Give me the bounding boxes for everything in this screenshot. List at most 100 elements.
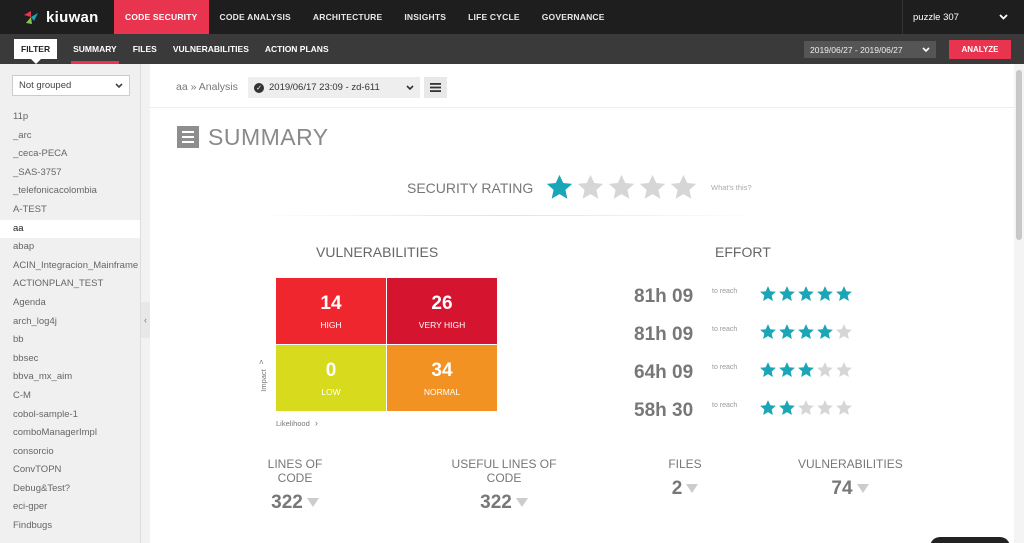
date-range-select[interactable]: 2019/06/27 - 2019/06/27 <box>804 41 936 58</box>
chevron-down-icon <box>115 83 123 88</box>
sidebar-project-item[interactable]: A-TEST <box>0 201 140 220</box>
sidebar-collapse-button[interactable]: ‹ <box>141 302 150 338</box>
filter-button[interactable]: FILTER <box>14 39 58 64</box>
effort-to-reach-label: to reach <box>712 288 738 295</box>
sidebar-project-item[interactable]: C-M <box>0 387 140 406</box>
sidebar-project-item[interactable]: aa <box>0 219 140 239</box>
security-rating-stars <box>545 173 698 202</box>
effort-time: 81h 09 <box>634 286 694 307</box>
vuln-low-count: 0 <box>325 359 337 381</box>
tab-summary[interactable]: SUMMARY <box>65 34 125 64</box>
metric-label: VULNERABILITIES <box>798 457 903 471</box>
tab-action-plans[interactable]: ACTION PLANS <box>257 34 337 64</box>
analysis-menu-button[interactable] <box>424 77 447 98</box>
sidebar-project-item[interactable]: bb <box>0 331 140 350</box>
vuln-very-high-count: 26 <box>431 292 453 314</box>
sidebar-project-item[interactable]: bbva_mx_aim <box>0 368 140 387</box>
nav-architecture[interactable]: ARCHITECTURE <box>302 0 393 34</box>
nav-code-analysis[interactable]: CODE ANALYSIS <box>209 0 302 34</box>
metric-value-wrap[interactable]: 2 <box>665 478 705 500</box>
effort-time: 58h 30 <box>634 400 694 421</box>
sidebar-project-item[interactable]: ACIN_Integracion_Mainframe <box>0 257 140 276</box>
star-empty-icon <box>836 324 852 339</box>
metric-value-wrap[interactable]: 322 <box>436 492 572 514</box>
effort-time: 81h 09 <box>634 324 694 345</box>
sidebar-project-item[interactable]: ConvTOPN <box>0 461 140 480</box>
sidebar-project-item[interactable]: eci-gper <box>0 498 140 517</box>
metric-label: FILES <box>668 457 702 471</box>
breadcrumb-separator: » <box>190 81 197 93</box>
nav-code-security[interactable]: CODE SECURITY <box>114 0 209 34</box>
sidebar-project-item[interactable]: _arc <box>0 127 140 146</box>
tab-vulnerabilities[interactable]: VULNERABILITIES <box>165 34 257 64</box>
vuln-normal-label: NORMAL <box>423 386 461 397</box>
analyze-button[interactable]: ANALYZE <box>949 40 1011 59</box>
sidebar-project-item[interactable]: Findbugs <box>0 517 140 536</box>
grouping-select[interactable]: Not grouped <box>12 75 130 96</box>
star-filled-icon <box>760 286 776 301</box>
effort-target-stars <box>759 285 853 303</box>
sidebar-project-item[interactable]: _ceca-PECA <box>0 145 140 164</box>
likelihood-text: Likelihood <box>276 419 310 428</box>
metric-value-wrap[interactable]: 74 <box>798 478 902 500</box>
star-filled-icon <box>817 286 833 301</box>
sidebar-project-item[interactable]: cobol-sample-1 <box>0 406 140 425</box>
star-filled-icon <box>817 324 833 339</box>
vuln-cell-high[interactable]: 14 HIGH <box>276 278 386 344</box>
sidebar-project-item[interactable]: abap <box>0 238 140 257</box>
analysis-select[interactable]: ✓ 2019/06/17 23:09 - zd-611 <box>248 77 420 98</box>
scrollbar-thumb[interactable] <box>1016 70 1022 240</box>
nav-life-cycle[interactable]: LIFE CYCLE <box>457 0 531 34</box>
grouping-value: Not grouped <box>19 80 72 91</box>
chevron-up-icon: ˄ <box>259 358 264 367</box>
chevron-down-icon <box>406 85 414 90</box>
caret-down-icon <box>686 484 699 494</box>
sidebar-project-item[interactable]: bbsec <box>0 350 140 369</box>
metric-value: 74 <box>831 478 853 499</box>
metric-files: FILES 2 <box>665 457 705 500</box>
effort-to-reach-label: to reach <box>712 364 738 371</box>
star-empty-icon <box>817 400 833 415</box>
breadcrumb-project[interactable]: aa <box>176 81 188 93</box>
caret-down-icon <box>515 498 528 508</box>
vuln-low-label: LOW <box>321 386 341 397</box>
vuln-high-label: HIGH <box>320 319 342 330</box>
chevron-left-icon: ‹ <box>144 315 147 325</box>
tab-files[interactable]: FILES <box>125 34 165 64</box>
vuln-cell-normal[interactable]: 34 NORMAL <box>387 345 497 411</box>
sidebar-project-item[interactable]: _telefonicacolombia <box>0 182 140 201</box>
sidebar-project-item[interactable]: _SAS-3757 <box>0 164 140 183</box>
star-empty-icon <box>836 362 852 377</box>
kiuwan-logo[interactable]: kiuwan <box>0 0 110 34</box>
project-select-value: puzzle 307 <box>913 11 959 23</box>
chevron-right-icon: › <box>314 418 318 428</box>
sidebar-project-item[interactable]: consorcio <box>0 443 140 462</box>
metric-value-wrap[interactable]: 322 <box>250 492 340 514</box>
caret-down-icon <box>306 498 319 508</box>
vuln-cell-low[interactable]: 0 LOW <box>276 345 386 411</box>
effort-target-stars <box>759 323 853 341</box>
sidebar-project-item[interactable]: 11p <box>0 108 140 127</box>
sidebar-project-item[interactable]: comboManagerImpl <box>0 424 140 443</box>
chevron-down-icon <box>922 47 930 52</box>
header-divider <box>150 107 1014 108</box>
sidebar-project-item[interactable]: Agenda <box>0 294 140 313</box>
star-empty-icon <box>670 174 697 199</box>
star-filled-icon <box>779 400 795 415</box>
sidebar-project-item[interactable]: arch_log4j <box>0 313 140 332</box>
project-select[interactable]: puzzle 307 <box>902 0 1018 34</box>
sidebar-project-item[interactable]: ACTIONPLAN_TEST <box>0 275 140 294</box>
sidebar-project-item[interactable]: Debug&Test? <box>0 480 140 499</box>
vuln-cell-very-high[interactable]: 26 VERY HIGH <box>387 278 497 344</box>
chat-widget-button[interactable] <box>930 537 1010 543</box>
effort-to-reach-label: to reach <box>712 326 738 333</box>
nav-insights[interactable]: INSIGHTS <box>393 0 457 34</box>
page-title: SUMMARY <box>208 124 329 150</box>
effort-to-reach-label: to reach <box>712 402 738 409</box>
nav-governance[interactable]: GOVERNANCE <box>531 0 616 34</box>
check-circle-icon: ✓ <box>254 82 264 93</box>
likelihood-axis-label: Likelihood › <box>276 418 318 428</box>
effort-title: EFFORT <box>715 244 771 260</box>
vuln-high-count: 14 <box>320 292 342 314</box>
whats-this-link[interactable]: What's this? <box>711 183 752 192</box>
